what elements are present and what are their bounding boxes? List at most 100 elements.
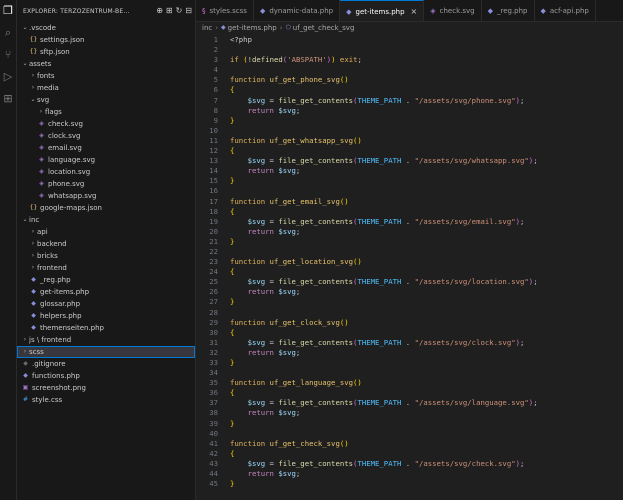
chevron-right-icon: ›	[31, 264, 35, 271]
tree-file[interactable]: ◆ glossar.php	[17, 298, 195, 310]
tree-file[interactable]: {} settings.json	[17, 34, 195, 46]
editor-tab[interactable]: ◆ _reg.php	[482, 0, 535, 21]
new-folder-icon[interactable]: ⊞	[166, 6, 173, 16]
line-number: 13	[209, 156, 218, 166]
code-editor[interactable]: 1 <?php 2 3 if (!defined('ABSPATH')) exit; 4 5…	[196, 35, 623, 500]
tree-folder[interactable]: ⌄ .vscode	[17, 22, 195, 34]
new-file-icon[interactable]: ⊕	[156, 6, 163, 16]
code-text: {	[230, 85, 235, 95]
code-text: $svg = file_get_contents(THEME_PATH . "/…	[247, 277, 538, 287]
php-file-icon: ◆	[31, 324, 36, 331]
chevron-right-icon: ›	[31, 240, 35, 247]
tree-folder[interactable]: › api	[17, 226, 195, 238]
php-file-icon: ◆	[31, 300, 36, 307]
editor-tab[interactable]: ◆ acf-api.php	[535, 0, 596, 21]
tree-folder[interactable]: ⌄ inc	[17, 214, 195, 226]
tree-file[interactable]: ◈ email.svg	[17, 142, 195, 154]
tree-item-label: google-maps.json	[40, 204, 102, 212]
code-text: }	[230, 115, 235, 125]
tree-file[interactable]: ◈ location.svg	[17, 166, 195, 178]
line-number: 25	[209, 277, 218, 287]
line-number: 11	[209, 135, 218, 145]
tree-item-label: sftp.json	[40, 48, 70, 56]
tree-folder[interactable]: › flags	[17, 106, 195, 118]
explorer-header: EXPLORER: TERZOZENTRUM-BE... ⊕ ⊞ ↻ ⊟	[17, 0, 195, 22]
code-text: }	[230, 479, 235, 489]
tree-folder[interactable]: › bricks	[17, 250, 195, 262]
tree-item-label: flags	[45, 108, 62, 116]
line-number: 27	[209, 297, 218, 307]
code-text: function uf_get_language_svg()	[230, 378, 362, 388]
tree-item-label: check.svg	[48, 120, 83, 128]
tree-file[interactable]: ◆ themenseiten.php	[17, 322, 195, 334]
editor-tab[interactable]: § styles.scss	[196, 0, 254, 21]
explorer-icon[interactable]: ❐	[0, 0, 16, 22]
tree-file[interactable]: ◈ clock.svg	[17, 130, 195, 142]
line-number: 33	[209, 358, 218, 367]
chevron-right-icon: ›	[31, 228, 35, 235]
php-file-icon: ◆	[31, 276, 36, 283]
line-number: 28	[209, 307, 218, 317]
tree-file[interactable]: # style.css	[17, 394, 195, 406]
tree-file[interactable]: ◈ phone.svg	[17, 178, 195, 190]
tree-file[interactable]: ◆ _reg.php	[17, 274, 195, 286]
run-debug-icon[interactable]: ▷	[0, 66, 16, 88]
tree-file[interactable]: {} sftp.json	[17, 46, 195, 58]
tree-file[interactable]: ◈ check.svg	[17, 118, 195, 130]
tree-item-label: fonts	[37, 72, 55, 80]
close-icon[interactable]: ×	[411, 7, 418, 16]
editor-tab[interactable]: ◆ dynamic-data.php	[254, 0, 341, 21]
tree-file[interactable]: ◆ .gitignore	[17, 358, 195, 370]
code-line: 27}	[196, 297, 623, 307]
tree-file[interactable]: ◆ get-items.php	[17, 286, 195, 298]
line-number: 34	[209, 368, 218, 378]
editor-tab[interactable]: ◆ get-items.php ×	[340, 0, 425, 21]
line-number: 1	[213, 35, 218, 44]
tree-folder[interactable]: › backend	[17, 238, 195, 250]
code-line: 24 {	[196, 267, 623, 277]
gitignore-file-icon: ◆	[23, 360, 28, 367]
editor-tab[interactable]: ◈ check.svg	[424, 0, 482, 21]
refresh-icon[interactable]: ↻	[176, 6, 183, 16]
tree-item-label: scss	[29, 348, 44, 356]
line-number: 26	[209, 287, 218, 297]
line-number: 12	[209, 146, 218, 156]
breadcrumb-file[interactable]: get-items.php	[228, 22, 277, 34]
tree-folder[interactable]: › media	[17, 82, 195, 94]
tree-folder[interactable]: ⌄ assets	[17, 58, 195, 70]
line-number: 42	[209, 448, 218, 458]
tree-file[interactable]: ◆ functions.php	[17, 370, 195, 382]
line-number: 19	[209, 216, 218, 226]
vscode-window: ❐ ⌕ ⑂ ▷ ⊞ EXPLORER: TERZOZENTRUM-BE... ⊕…	[0, 0, 623, 500]
tree-file[interactable]: ◈ whatsapp.svg	[17, 190, 195, 202]
tree-item-label: functions.php	[32, 372, 80, 380]
code-text: }	[230, 236, 235, 246]
source-control-icon[interactable]: ⑂	[0, 44, 16, 66]
tree-folder[interactable]: › frontend	[17, 262, 195, 274]
extensions-icon[interactable]: ⊞	[0, 88, 16, 110]
tree-file[interactable]: ◈ language.svg	[17, 154, 195, 166]
line-number: 21	[209, 236, 218, 246]
tree-folder[interactable]: › fonts	[17, 70, 195, 82]
tree-file[interactable]: {} google-maps.json	[17, 202, 195, 214]
collapse-all-icon[interactable]: ⊟	[185, 6, 192, 16]
chevron-right-icon: ›	[23, 348, 27, 355]
line-number: 6	[213, 85, 218, 95]
code-line: 16	[196, 186, 623, 196]
tree-file[interactable]: ◆ helpers.php	[17, 310, 195, 322]
code-line: 35 function uf_get_language_svg()	[196, 378, 623, 388]
line-number: 37	[209, 398, 218, 408]
breadcrumb-symbol[interactable]: uf_get_check_svg	[293, 22, 355, 34]
tree-file[interactable]: ▣ screenshot.png	[17, 382, 195, 394]
code-line: 17 function uf_get_email_svg()	[196, 197, 623, 207]
chevron-right-icon: ›	[31, 84, 35, 91]
tree-folder[interactable]: › js \ frontend	[17, 334, 195, 346]
tree-item-label: settings.json	[40, 36, 85, 44]
chevron-right-icon: ›	[23, 336, 27, 343]
tree-folder[interactable]: ⌄ svg	[17, 94, 195, 106]
search-icon[interactable]: ⌕	[0, 22, 16, 44]
breadcrumb-folder[interactable]: inc	[202, 22, 212, 34]
tree-folder[interactable]: › scss	[17, 346, 195, 358]
line-number: 22	[209, 246, 218, 256]
svg-file-icon: ◈	[39, 132, 44, 139]
